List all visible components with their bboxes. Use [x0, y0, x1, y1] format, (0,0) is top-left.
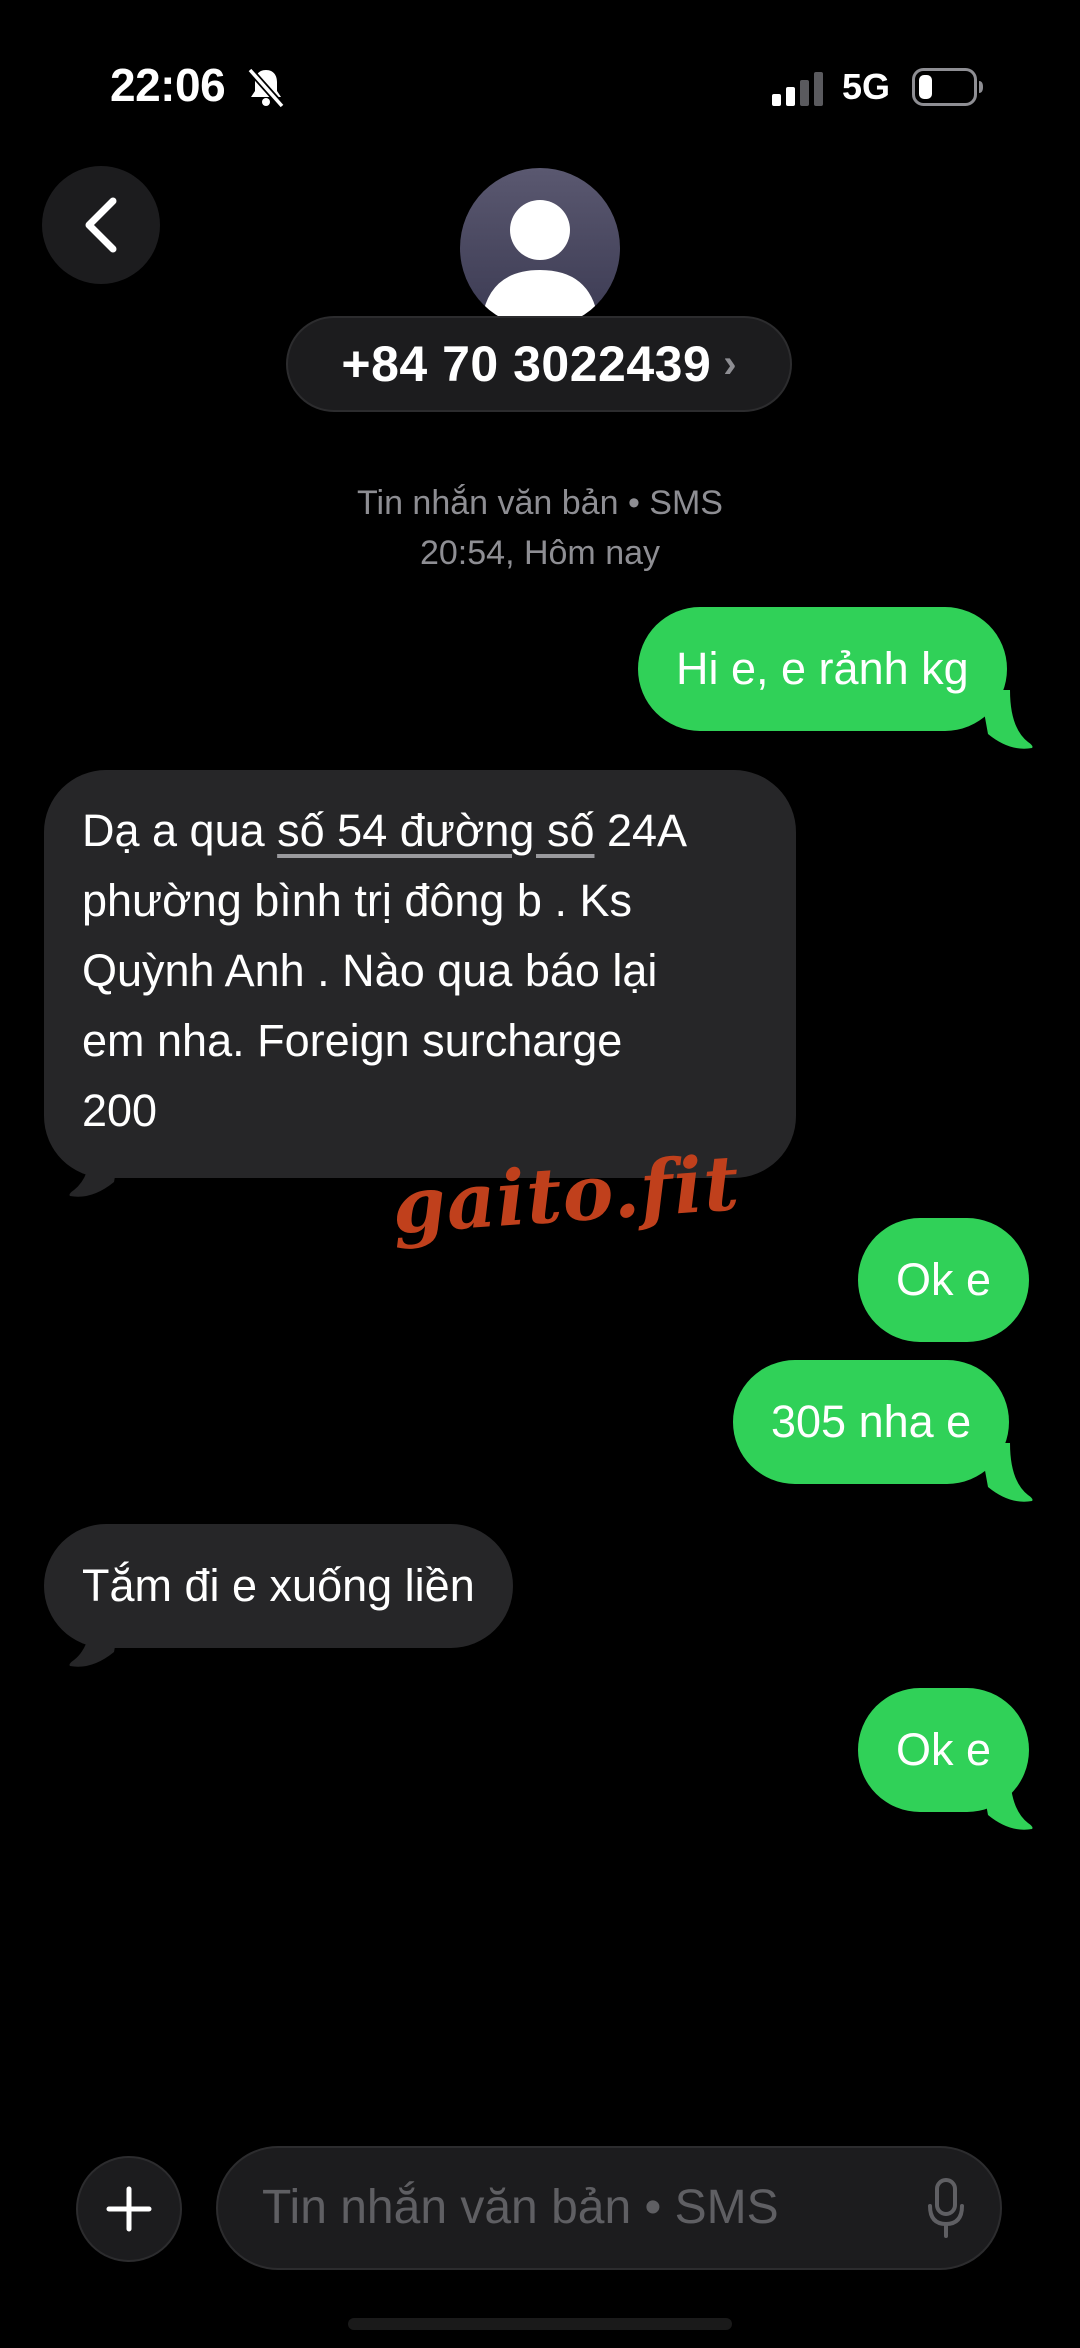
thread-type-label: Tin nhắn văn bản • SMS	[357, 484, 723, 522]
message-line: phường bình trị đông b . Ks	[82, 875, 632, 926]
home-indicator	[348, 2318, 732, 2330]
plus-icon	[106, 2186, 152, 2232]
message-text: Ok e	[896, 1254, 992, 1305]
message-text: Tắm đi e xuống liền	[82, 1560, 475, 1611]
status-time: 22:06	[110, 59, 226, 111]
message-bubble-outgoing[interactable]: Hi e, e rảnh kg	[638, 607, 1007, 731]
message-line: Quỳnh Anh . Nào qua báo lại	[82, 945, 658, 996]
message-line: em nha. Foreign surcharge	[82, 1015, 623, 1066]
microphone-icon[interactable]	[926, 2178, 966, 2240]
message-line: 200	[82, 1085, 158, 1136]
contact-avatar[interactable]	[460, 168, 620, 328]
contact-name-button[interactable]: +84 70 3022439 ›	[286, 316, 792, 412]
person-silhouette-icon	[482, 200, 598, 318]
bell-slash-icon	[247, 67, 285, 108]
message-bubble-outgoing[interactable]: Ok e	[858, 1218, 1030, 1342]
bubble-tail	[980, 1443, 1033, 1502]
message-bubble-outgoing[interactable]: 305 nha e	[733, 1360, 1010, 1484]
chevron-left-icon	[85, 197, 117, 253]
message-text: 305 nha e	[771, 1396, 972, 1447]
message-input-placeholder: Tin nhắn văn bản • SMS	[262, 2181, 779, 2234]
bubble-tail	[69, 1138, 122, 1197]
back-button[interactable]	[42, 166, 160, 284]
message-text: Hi e, e rảnh kg	[676, 643, 969, 694]
add-attachment-button[interactable]	[76, 2156, 182, 2262]
message-text: Ok e	[896, 1724, 992, 1775]
bubble-tail	[980, 690, 1033, 749]
network-type: 5G	[842, 66, 891, 107]
thread-timestamp: 20:54, Hôm nay	[419, 534, 661, 572]
bubble-tail	[69, 1608, 122, 1667]
address-link[interactable]: số 54 đường số	[277, 805, 594, 856]
message-bubble-incoming[interactable]: Dạ a qua số 54 đường số 24A phường bình …	[44, 770, 796, 1178]
battery-icon	[912, 68, 983, 106]
chevron-right-icon: ›	[723, 341, 737, 386]
messages-screen: 22:06 5G +84 70 3022439 › Tin nhắn văn b…	[0, 0, 1080, 2348]
message-line: Dạ a qua số 54 đường số 24A	[82, 805, 688, 856]
bubble-tail	[980, 1771, 1033, 1830]
cellular-signal-icon	[772, 72, 823, 106]
message-input[interactable]: Tin nhắn văn bản • SMS	[216, 2146, 1002, 2270]
contact-name: +84 70 3022439	[341, 336, 712, 392]
